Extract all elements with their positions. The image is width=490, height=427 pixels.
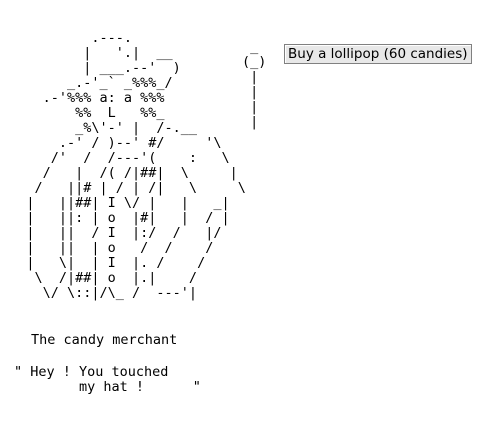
merchant-name-label: The candy merchant	[31, 332, 178, 348]
merchant-speech-text: " Hey ! You touched my hat ! "	[14, 364, 201, 395]
buy-lollipop-button[interactable]: Buy a lollipop (60 candies)	[284, 44, 472, 64]
candy-merchant-ascii-art[interactable]: .---. | '.| __ | ___.--' ) _.-'_` _%%%_/…	[2, 31, 245, 301]
lollipop-ascii-art: _ (_) | | | |	[242, 39, 267, 130]
